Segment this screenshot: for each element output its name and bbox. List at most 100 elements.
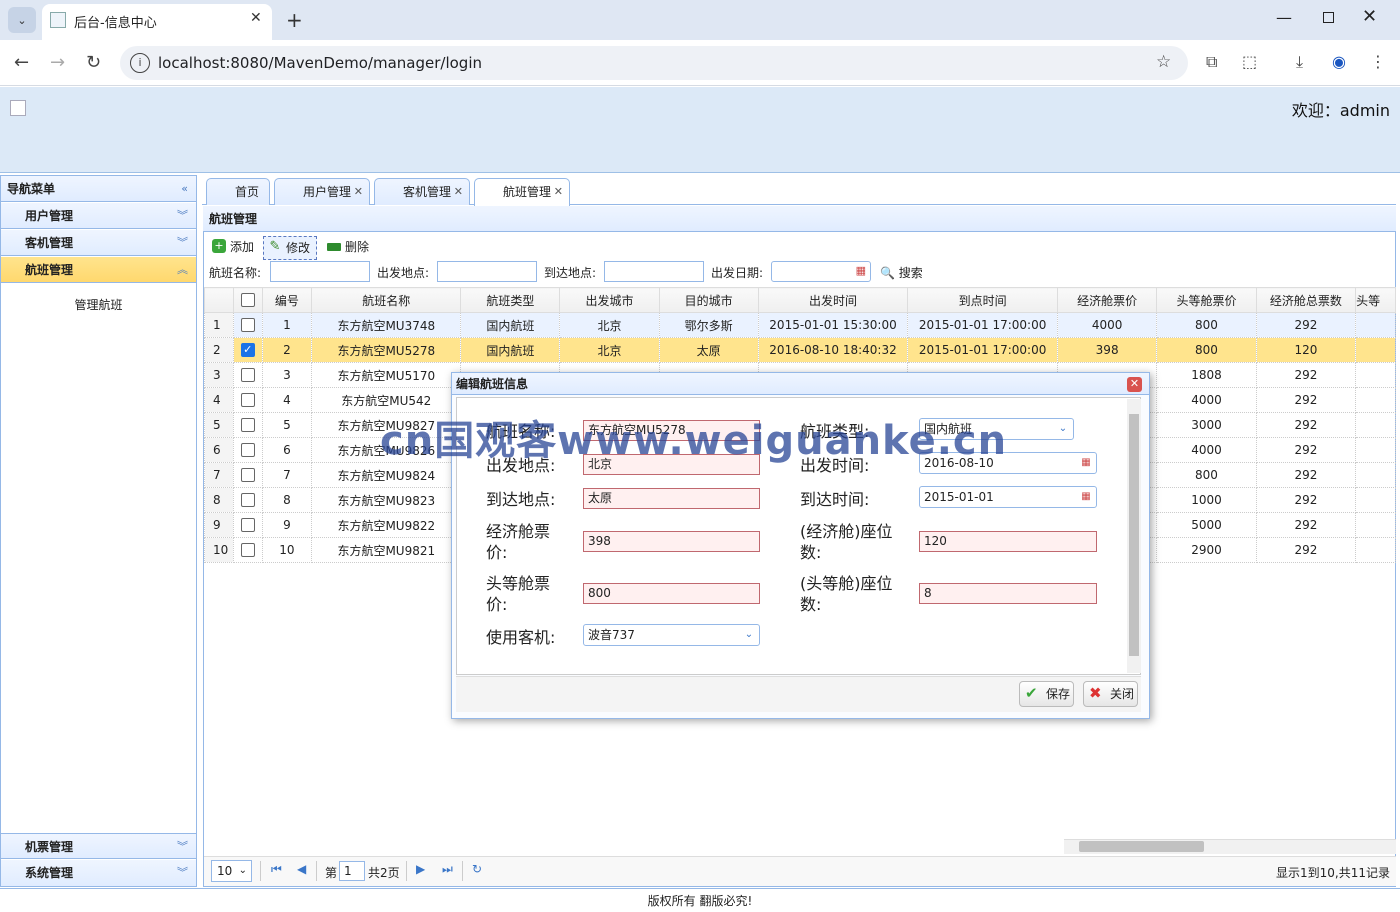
row-select-cell[interactable]: [232, 512, 263, 538]
tab-close-icon[interactable]: ✕: [554, 179, 563, 205]
calendar-icon[interactable]: ▦: [856, 264, 866, 277]
sidebar-item-flights[interactable]: 航班管理 ︽: [1, 257, 196, 283]
tab-flights[interactable]: 航班管理 ✕: [474, 178, 570, 206]
col-header[interactable]: 头等舱票价: [1156, 287, 1257, 313]
eco-seats-field[interactable]: 120: [919, 531, 1097, 552]
collapse-left-icon[interactable]: «: [181, 176, 188, 202]
page-size-select[interactable]: 10 ⌄: [211, 860, 252, 882]
depart-time-picker[interactable]: 2016-08-10 ▦: [919, 452, 1097, 474]
tab-search-chevron-icon[interactable]: ⌄: [8, 7, 36, 33]
row-checkbox[interactable]: [240, 318, 255, 333]
expand-down-icon[interactable]: ︾: [177, 834, 188, 860]
save-button[interactable]: ✔ 保存: [1019, 681, 1074, 707]
filter-to-input[interactable]: [604, 261, 704, 282]
col-header[interactable]: 目的城市: [658, 287, 759, 313]
maximize-icon[interactable]: [1323, 12, 1334, 23]
col-header[interactable]: 编号: [261, 287, 313, 313]
expand-down-icon[interactable]: ︾: [177, 230, 188, 256]
page-number-input[interactable]: 1: [339, 861, 365, 881]
col-header[interactable]: 头等: [1355, 287, 1396, 313]
sidebar-item-planes[interactable]: 客机管理 ︾: [1, 230, 196, 256]
row-checkbox[interactable]: [240, 468, 255, 483]
row-select-cell[interactable]: ✓: [232, 337, 263, 363]
next-page-icon[interactable]: ▶: [416, 862, 425, 876]
row-checkbox[interactable]: [240, 543, 255, 558]
plane-select[interactable]: 波音737 ⌄: [583, 624, 760, 646]
sidebar-subitem-manage-flights[interactable]: 管理航班: [1, 296, 196, 313]
row-checkbox[interactable]: [240, 368, 255, 383]
row-checkbox[interactable]: [240, 418, 255, 433]
sidebar-item-system[interactable]: 系统管理 ︾: [1, 860, 196, 886]
tab-close-icon[interactable]: ✕: [454, 179, 463, 205]
calendar-icon[interactable]: ▦: [1076, 487, 1096, 507]
minimize-icon[interactable]: —: [1276, 8, 1292, 27]
add-button[interactable]: + 添加: [208, 236, 260, 260]
url-text[interactable]: localhost:8080/MavenDemo/manager/login: [158, 54, 482, 72]
dialog-scroll-thumb[interactable]: [1129, 414, 1139, 656]
filter-date-input[interactable]: ▦: [771, 261, 871, 282]
row-select-cell[interactable]: [232, 537, 263, 563]
new-tab-icon[interactable]: +: [286, 8, 303, 32]
tab-close-icon[interactable]: ✕: [354, 179, 363, 205]
download-icon[interactable]: ⤓: [1296, 52, 1303, 72]
window-close-icon[interactable]: ✕: [1362, 6, 1377, 27]
row-checkbox[interactable]: [240, 518, 255, 533]
col-header[interactable]: 出发城市: [559, 287, 660, 313]
table-row[interactable]: 1 1 东方航空MU3748 国内航班 北京 鄂尔多斯 2015-01-01 15:30:0…: [204, 312, 1396, 338]
col-header[interactable]: 经济舱总票数: [1255, 287, 1357, 313]
site-info-icon[interactable]: i: [130, 53, 150, 73]
row-checkbox[interactable]: [240, 443, 255, 458]
delete-button[interactable]: 删除: [323, 236, 375, 260]
select-all-header[interactable]: [232, 287, 263, 313]
collapse-up-icon[interactable]: ︽: [177, 257, 188, 283]
horizontal-scroll-thumb[interactable]: [1079, 841, 1204, 852]
table-row[interactable]: 2 ✓ 2 东方航空MU5278 国内航班 北京 太原 2016-08-10 18:40:32…: [204, 337, 1396, 363]
col-header[interactable]: 出发时间: [757, 287, 909, 313]
refresh-icon[interactable]: ↻: [472, 862, 482, 876]
first-price-field[interactable]: 800: [583, 583, 760, 604]
tab-users[interactable]: 用户管理 ✕: [274, 178, 370, 205]
close-button[interactable]: ✖ 关闭: [1083, 681, 1138, 707]
back-arrow-icon[interactable]: ←: [14, 52, 29, 73]
row-select-cell[interactable]: [232, 312, 263, 338]
edit-button[interactable]: ✎ 修改: [263, 236, 318, 260]
row-checkbox[interactable]: [240, 393, 255, 408]
flight-type-select[interactable]: 国内航班 ⌄: [919, 418, 1074, 440]
row-select-cell[interactable]: [232, 437, 263, 463]
filter-name-input[interactable]: [270, 261, 370, 282]
extensions-icon[interactable]: ⬚: [1242, 52, 1257, 71]
select-all-checkbox[interactable]: [240, 293, 255, 308]
sidebar-item-tickets[interactable]: 机票管理 ︾: [1, 833, 196, 859]
eco-price-field[interactable]: 398: [583, 531, 760, 552]
tab-close-icon[interactable]: ✕: [250, 10, 262, 26]
reload-icon[interactable]: ↻: [86, 52, 101, 73]
prev-page-icon[interactable]: ◀: [297, 862, 306, 876]
profile-icon[interactable]: ◉: [1332, 52, 1346, 71]
col-header[interactable]: 航班名称: [311, 287, 462, 313]
arrive-time-picker[interactable]: 2015-01-01 ▦: [919, 486, 1097, 508]
col-header[interactable]: 到点时间: [907, 287, 1058, 313]
sidebar-item-users[interactable]: 用户管理 ︾: [1, 203, 196, 229]
col-header[interactable]: 航班类型: [460, 287, 561, 313]
first-page-icon[interactable]: ⏮: [271, 862, 282, 877]
row-select-cell[interactable]: [232, 362, 263, 388]
row-checkbox[interactable]: ✓: [240, 343, 255, 358]
cast-icon[interactable]: ⧉: [1206, 52, 1217, 72]
dialog-close-icon[interactable]: ✕: [1127, 377, 1142, 392]
tab-planes[interactable]: 客机管理 ✕: [374, 178, 470, 205]
bookmark-star-icon[interactable]: ☆: [1156, 52, 1171, 72]
tab-home[interactable]: 首页: [206, 178, 270, 205]
last-page-icon[interactable]: ⏭: [442, 862, 453, 877]
sidebar-title[interactable]: 导航菜单 «: [1, 176, 196, 202]
calendar-icon[interactable]: ▦: [1076, 453, 1096, 473]
browser-menu-icon[interactable]: ⋮: [1370, 52, 1386, 71]
expand-down-icon[interactable]: ︾: [177, 203, 188, 229]
row-select-cell[interactable]: [232, 387, 263, 413]
expand-down-icon[interactable]: ︾: [177, 860, 188, 886]
col-header[interactable]: 经济舱票价: [1056, 287, 1158, 313]
from-field[interactable]: 北京: [583, 454, 760, 475]
first-seats-field[interactable]: 8: [919, 583, 1097, 604]
row-select-cell[interactable]: [232, 412, 263, 438]
row-select-cell[interactable]: [232, 487, 263, 513]
to-field[interactable]: 太原: [583, 488, 760, 509]
